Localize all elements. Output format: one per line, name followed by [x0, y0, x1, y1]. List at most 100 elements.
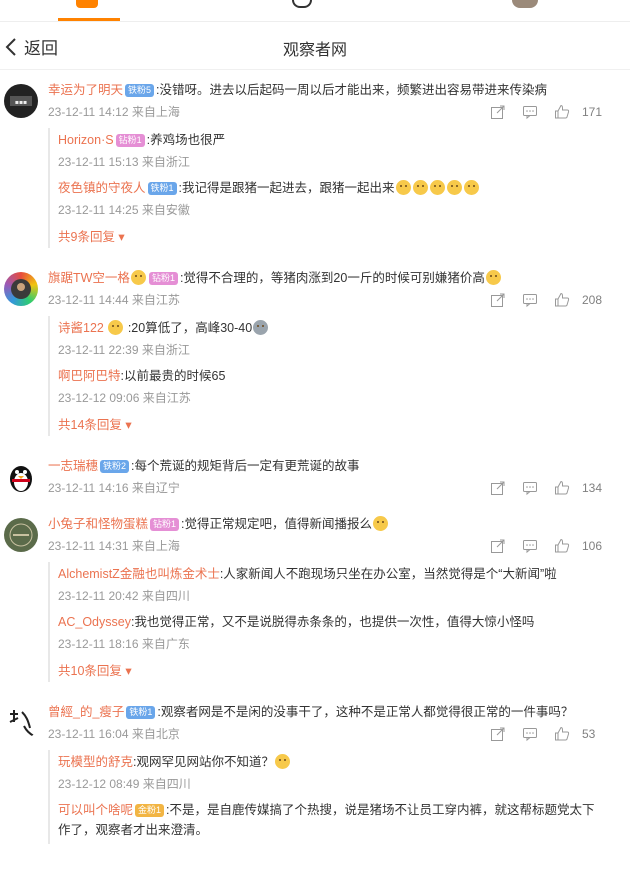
active-tab-indicator — [58, 18, 120, 21]
like-count: 134 — [582, 481, 603, 495]
emoji-icon — [446, 180, 462, 195]
emoji-icon — [412, 180, 428, 195]
clock-icon[interactable] — [292, 0, 312, 8]
share-icon — [491, 293, 505, 307]
reply-button[interactable] — [514, 726, 546, 742]
comment-username[interactable]: 小兔子和怪物蛋糕 — [48, 517, 148, 531]
comment-username[interactable]: 旗踞TW空一格 — [48, 271, 130, 285]
emoji-icon — [485, 270, 501, 285]
avatar[interactable] — [4, 272, 38, 306]
fan-badge: 钻粉1 — [150, 518, 180, 531]
like-button[interactable] — [546, 726, 578, 742]
avatar[interactable] — [4, 518, 38, 552]
avatar[interactable] — [4, 460, 38, 494]
reply-button[interactable] — [514, 538, 546, 554]
reply-text: :我也觉得正常，又不是说脱得赤条条的，也提供一次性，值得大惊小怪吗 — [130, 615, 535, 629]
share-button[interactable] — [482, 104, 514, 120]
reply-text: :养鸡场也很严 — [146, 133, 226, 147]
svg-text:▪▪▪: ▪▪▪ — [15, 99, 27, 106]
comment-item: 一志瑞穗 铁粉2:每个荒诞的规矩背后一定有更荒诞的故事 23-12-11 14:1… — [0, 446, 630, 504]
comment-time: 23-12-11 14:44 来自江苏 — [48, 293, 180, 307]
reply-text: :20算低了，高峰30-40 — [127, 321, 253, 335]
fan-badge: 铁粉1 — [147, 182, 177, 195]
more-replies-link[interactable]: 共10条回复 ▾ — [58, 660, 604, 682]
like-count: 53 — [582, 727, 596, 741]
share-button[interactable] — [482, 480, 514, 496]
reply-username[interactable]: 诗酱122 — [58, 321, 104, 335]
reply-thread: AlchemistZ金融也叫炼金术士:人家新闻人不跑现场只坐在办公室，当然觉得是… — [48, 562, 604, 682]
comment-text: :觉得不合理的，等猪肉涨到20一斤的时候可别嫌猪价高 — [179, 271, 485, 285]
reply-time: 23-12-11 14:25 来自安徽 — [58, 203, 190, 217]
reply-time: 23-12-11 15:13 来自浙江 — [58, 155, 190, 169]
comment-time: 23-12-11 14:16 来自辽宁 — [48, 481, 180, 495]
profile-avatar[interactable] — [512, 0, 538, 8]
comment-time: 23-12-11 16:04 来自北京 — [48, 727, 180, 741]
reply-item: AC_Odyssey:我也觉得正常，又不是说脱得赤条条的，也提供一次性，值得大惊… — [58, 610, 604, 658]
thumbs-up-icon — [555, 480, 570, 495]
thumbs-up-icon — [555, 292, 570, 307]
reply-item: AlchemistZ金融也叫炼金术士:人家新闻人不跑现场只坐在办公室，当然觉得是… — [58, 562, 604, 610]
more-replies-link[interactable]: 共14条回复 ▾ — [58, 414, 604, 436]
comment-username[interactable]: 曾經_的_瘦子 — [48, 705, 124, 719]
comment-item: ▪▪▪ 幸运为了明天 铁粉5:没错呀。进去以后起码一周以后才能出来，频繁进出容易带… — [0, 70, 630, 258]
comment-item: 旗踞TW空一格 钻粉1:觉得不合理的，等猪肉涨到20一斤的时候可别嫌猪价高 23-… — [0, 258, 630, 446]
comment-time: 23-12-11 14:31 来自上海 — [48, 539, 180, 553]
reply-time: 23-12-12 09:06 来自江苏 — [58, 391, 191, 405]
emoji-icon — [253, 320, 269, 335]
reply-button[interactable] — [514, 480, 546, 496]
like-button[interactable] — [546, 104, 578, 120]
share-icon — [491, 539, 505, 553]
reply-time: 23-12-12 08:49 来自四川 — [58, 777, 191, 791]
comment-username[interactable]: 幸运为了明天 — [48, 83, 123, 97]
comment-username[interactable]: 一志瑞穗 — [48, 459, 98, 473]
comment-item: 曾經_的_瘦子 铁粉1:观察者网是不是闲的没事干了，这种不是正常人都觉得很正常的一… — [0, 692, 630, 854]
share-button[interactable] — [482, 292, 514, 308]
emoji-icon — [463, 180, 479, 195]
avatar[interactable] — [4, 706, 38, 740]
fan-badge: 铁粉1 — [126, 706, 156, 719]
reply-username[interactable]: 玩模型的舒克 — [58, 755, 133, 769]
fan-badge: 金粉1 — [135, 804, 165, 817]
reply-time: 23-12-11 20:42 来自四川 — [58, 589, 190, 603]
like-count: 171 — [582, 105, 603, 119]
reply-username[interactable]: 啊巴阿巴特 — [58, 369, 121, 383]
emoji-icon — [130, 270, 146, 285]
reply-text: :我记得是跟猪一起进去，跟猪一起出来 — [178, 181, 395, 195]
comment-time: 23-12-11 14:12 来自上海 — [48, 105, 180, 119]
fan-badge: 铁粉5 — [125, 84, 155, 97]
thumbs-up-icon — [555, 726, 570, 741]
comment-icon — [523, 106, 537, 120]
avatar[interactable]: ▪▪▪ — [4, 84, 38, 118]
comment-text: :觉得正常规定吧，值得新闻播报么 — [181, 517, 373, 531]
more-replies-link[interactable]: 共9条回复 ▾ — [58, 226, 604, 248]
share-icon — [491, 105, 505, 119]
reply-username[interactable]: Horizon·S — [58, 133, 114, 147]
thumbs-up-icon — [555, 538, 570, 553]
reply-button[interactable] — [514, 104, 546, 120]
share-button[interactable] — [482, 726, 514, 742]
reply-username[interactable]: 可以叫个啥呢 — [58, 803, 133, 817]
reply-text: :人家新闻人不跑现场只坐在办公室，当然觉得是个“大新闻”啦 — [219, 567, 557, 581]
thumbs-up-icon — [555, 104, 570, 119]
fan-badge: 钻粉1 — [115, 134, 145, 147]
reply-username[interactable]: AC_Odyssey — [58, 615, 131, 629]
navbar: 返回 观察者网 — [0, 22, 630, 70]
reply-username[interactable]: 夜色镇的守夜人 — [58, 181, 146, 195]
reply-button[interactable] — [514, 292, 546, 308]
comment-icon — [523, 294, 537, 308]
reply-text: :观网罕见网站你不知道？ — [133, 755, 274, 769]
emoji-icon — [395, 180, 411, 195]
emoji-icon — [429, 180, 445, 195]
reply-username[interactable]: AlchemistZ金融也叫炼金术士 — [58, 567, 220, 581]
share-button[interactable] — [482, 538, 514, 554]
reply-item: 可以叫个啥呢 金粉1:不是，是自鹿传媒搞了个热搜，说是猪场不让员工穿内裤，就这帮标… — [58, 798, 604, 844]
like-button[interactable] — [546, 538, 578, 554]
home-tab-icon[interactable] — [76, 0, 98, 8]
like-button[interactable] — [546, 292, 578, 308]
comment-list: ▪▪▪ 幸运为了明天 铁粉5:没错呀。进去以后起码一周以后才能出来，频繁进出容易带… — [0, 70, 630, 854]
reply-thread: 诗酱122 :20算低了，高峰30-40 23-12-11 22:39 来自浙江… — [48, 316, 604, 436]
like-button[interactable] — [546, 480, 578, 496]
comment-icon — [523, 540, 537, 554]
share-icon — [491, 727, 505, 741]
fan-badge: 铁粉2 — [100, 460, 130, 473]
